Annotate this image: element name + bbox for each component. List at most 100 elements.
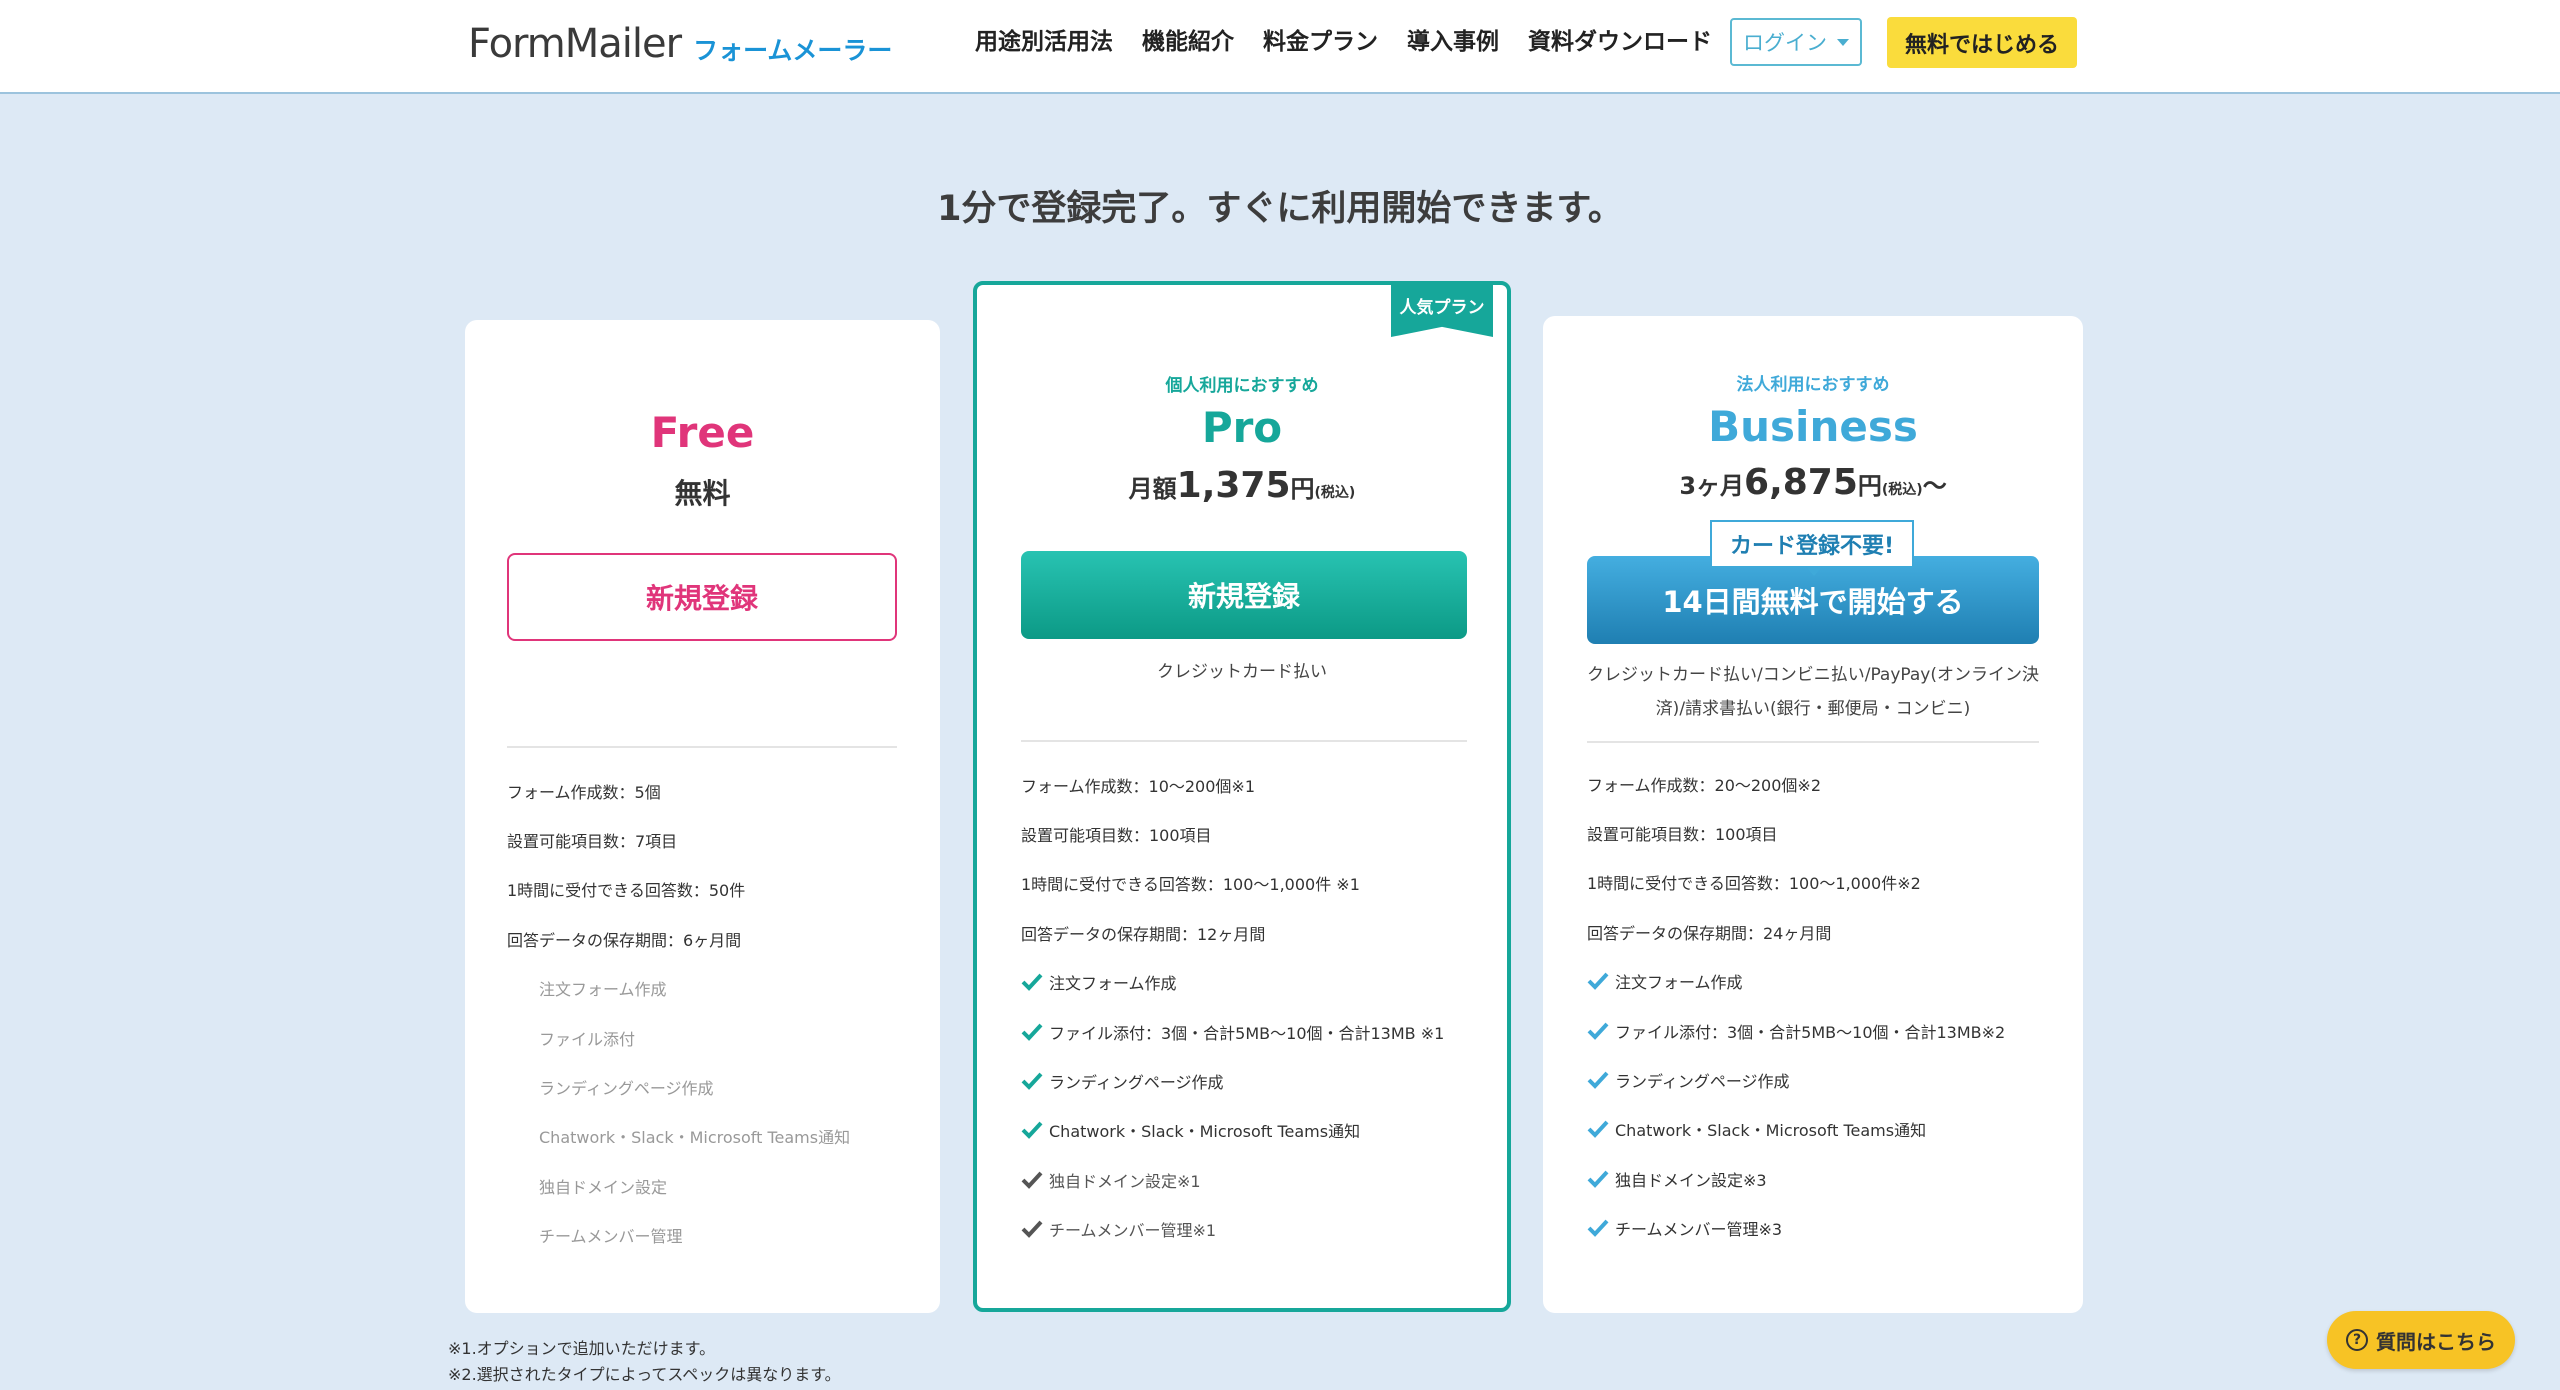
feature-item: フォーム作成数：5個 <box>507 782 661 802</box>
feature-text: 回答データの保存期間：12ヶ月間 <box>1021 924 1266 944</box>
business-payment-note-1: クレジットカード払い/コンビニ払い/PayPay(オンライン決 <box>1586 665 2040 685</box>
plan-card-business: 法人利用におすすめ Business 3ヶ月6,875円(税込)〜 カード登録不… <box>1543 316 2083 1313</box>
price-suffix: 〜 <box>1922 472 1947 500</box>
divider <box>1587 741 2039 743</box>
feature-item: ランディングページ作成 <box>1021 1056 1444 1105</box>
feature-text: 独自ドメイン設定※3 <box>1615 1170 1767 1190</box>
plan-card-pro: 人気プラン 個人利用におすすめ Pro 月額1,375円(税込) 新規登録 クレ… <box>973 281 1511 1312</box>
feature-item-unavailable: 独自ドメイン設定 <box>539 1177 668 1197</box>
check-icon <box>1587 1022 1609 1040</box>
free-signup-button[interactable]: 新規登録 <box>507 553 897 641</box>
feature-text: フォーム作成数：10〜200個※1 <box>1021 776 1256 796</box>
price-value: 6,875 <box>1744 462 1858 503</box>
feature-item: フォーム作成数：20〜200個※2 <box>1587 759 2005 808</box>
start-free-button[interactable]: 無料ではじめる <box>1887 17 2077 68</box>
feature-text: 回答データの保存期間：24ヶ月間 <box>1587 923 1832 943</box>
hero-title: 1分で登録完了。すぐに利用開始できます。 <box>937 189 1623 229</box>
feature-text: 注文フォーム作成 <box>1049 974 1177 994</box>
no-card-badge: カード登録不要! <box>1710 520 1914 576</box>
pro-feature-list: フォーム作成数：10〜200個※1 設置可能項目数：100項目 1時間に受付でき… <box>1021 760 1444 1254</box>
feature-text: 1時間に受付できる回答数：100〜1,000件 ※1 <box>1021 875 1360 895</box>
feature-item-unavailable: 注文フォーム作成 <box>539 980 667 1000</box>
feature-item: 設置可能項目数：100項目 <box>1021 809 1444 858</box>
pro-sub-label: 個人利用におすすめ <box>1165 376 1319 396</box>
price-tax: (税込) <box>1881 482 1923 498</box>
chevron-down-icon <box>1837 38 1849 46</box>
help-label: 質問はこちら <box>2376 1329 2496 1354</box>
price-value: 1,375 <box>1176 465 1291 506</box>
feature-item: 1時間に受付できる回答数：50件 <box>507 881 746 901</box>
feature-text: ファイル添付：3個・合計5MB〜10個・合計13MB ※1 <box>1049 1023 1445 1043</box>
site-header: FormMailer フォームメーラー 用途別活用法 機能紹介 料金プラン 導入… <box>0 0 2560 94</box>
question-icon: ? <box>2346 1329 2368 1351</box>
feature-item: 独自ドメイン設定※1 <box>1021 1155 1444 1204</box>
check-icon <box>1587 972 1609 991</box>
feature-item-unavailable: チームメンバー管理 <box>539 1227 683 1247</box>
feature-item-unavailable: Chatwork・Slack・Microsoft Teams通知 <box>539 1128 851 1148</box>
divider <box>1021 740 1467 742</box>
popular-ribbon: 人気プラン <box>1391 281 1493 337</box>
feature-item: ランディングページ作成 <box>1587 1055 2005 1104</box>
plan-card-free: Free 無料 新規登録 フォーム作成数：5個 設置可能項目数：7項目 1時間に… <box>465 320 940 1313</box>
footnotes: ※1.オプションで追加いただけます。 ※2.選択されたタイプによってスペックは異… <box>448 1336 841 1388</box>
feature-item: 注文フォーム作成 <box>1587 957 2005 1006</box>
nav-features[interactable]: 機能紹介 <box>1142 24 1234 60</box>
feature-item: 回答データの保存期間：12ヶ月間 <box>1021 908 1444 957</box>
feature-item: 回答データの保存期間：6ヶ月間 <box>507 930 742 950</box>
feature-text: ランディングページ作成 <box>1615 1072 1790 1092</box>
feature-text: 注文フォーム作成 <box>1615 973 1743 993</box>
pro-signup-button[interactable]: 新規登録 <box>1021 551 1467 639</box>
feature-item: ファイル添付：3個・合計5MB〜10個・合計13MB※2 <box>1587 1006 2005 1055</box>
nav-usecases[interactable]: 用途別活用法 <box>975 24 1113 60</box>
feature-text: 設置可能項目数：100項目 <box>1587 825 1778 845</box>
check-icon <box>1021 1072 1043 1090</box>
feature-item: 独自ドメイン設定※3 <box>1587 1154 2005 1203</box>
feature-item-unavailable: ファイル添付 <box>539 1029 636 1049</box>
plan-price-pro: 月額1,375円(税込) <box>977 465 1507 506</box>
feature-text: フォーム作成数：20〜200個※2 <box>1587 775 1822 795</box>
logo-wordmark: FormMailer <box>468 21 682 67</box>
price-tax: (税込) <box>1314 485 1356 501</box>
feature-text: 設置可能項目数：100項目 <box>1021 826 1212 846</box>
check-icon <box>1021 1220 1043 1239</box>
check-icon <box>1021 973 1043 992</box>
check-icon <box>1021 1171 1043 1189</box>
feature-item: 1時間に受付できる回答数：100〜1,000件※2 <box>1587 858 2005 907</box>
business-sub-label: 法人利用におすすめ <box>1736 375 1890 395</box>
nav-download[interactable]: 資料ダウンロード <box>1528 24 1712 60</box>
price-unit: 円 <box>1857 472 1882 500</box>
nav-cases[interactable]: 導入事例 <box>1407 24 1499 60</box>
feature-text: Chatwork・Slack・Microsoft Teams通知 <box>1615 1121 1927 1141</box>
price-prefix: 3ヶ月 <box>1679 472 1745 500</box>
logo-japanese: フォームメーラー <box>693 36 893 65</box>
feature-item: チームメンバー管理※1 <box>1021 1205 1444 1254</box>
login-label: ログイン <box>1743 31 1827 55</box>
plan-name-free: Free <box>650 408 755 457</box>
feature-text: ランディングページ作成 <box>1049 1073 1224 1093</box>
feature-text: ファイル添付：3個・合計5MB〜10個・合計13MB※2 <box>1615 1022 2006 1042</box>
feature-item: 注文フォーム作成 <box>1021 958 1444 1007</box>
check-icon <box>1021 1122 1043 1140</box>
nav-pricing[interactable]: 料金プラン <box>1263 24 1378 60</box>
feature-item: フォーム作成数：10〜200個※1 <box>1021 760 1444 809</box>
check-icon <box>1587 1170 1609 1188</box>
feature-item: 設置可能項目数：7項目 <box>507 832 678 852</box>
free-feature-list: フォーム作成数：5個 設置可能項目数：7項目 1時間に受付できる回答数：50件 … <box>507 766 850 1260</box>
logo[interactable]: FormMailer フォームメーラー <box>468 16 892 72</box>
check-icon <box>1021 1023 1043 1041</box>
help-button[interactable]: ? 質問はこちら <box>2327 1311 2515 1369</box>
feature-item: Chatwork・Slack・Microsoft Teams通知 <box>1587 1105 2005 1154</box>
check-icon <box>1587 1219 1609 1238</box>
price-unit: 円 <box>1290 475 1315 503</box>
pro-payment-note: クレジットカード払い <box>1157 662 1327 682</box>
login-button[interactable]: ログイン <box>1730 18 1862 66</box>
feature-text: Chatwork・Slack・Microsoft Teams通知 <box>1049 1122 1361 1142</box>
plan-price-business: 3ヶ月6,875円(税込)〜 <box>1543 462 2083 503</box>
feature-text: 独自ドメイン設定※1 <box>1049 1171 1201 1191</box>
plan-name-pro: Pro <box>1201 403 1283 452</box>
plan-name-business: Business <box>1708 402 1918 451</box>
business-payment-note-2: 済)/請求書払い(銀行・郵便局・コンビニ) <box>1655 699 1971 719</box>
check-icon <box>1587 1071 1609 1089</box>
plan-price-free: 無料 <box>674 477 731 510</box>
feature-item: 回答データの保存期間：24ヶ月間 <box>1587 907 2005 956</box>
